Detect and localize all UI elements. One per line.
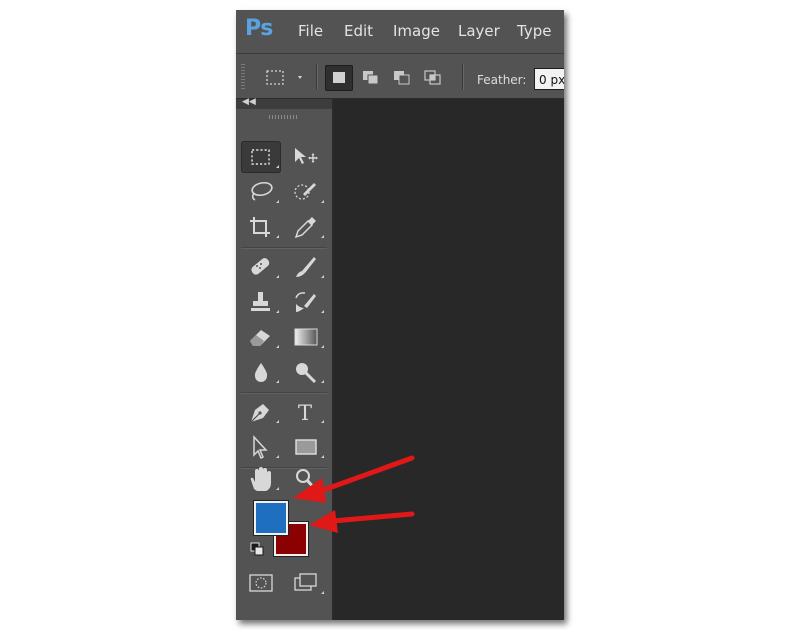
clone-stamp-icon	[251, 292, 279, 313]
eyedropper-icon	[294, 217, 324, 239]
crop-tool[interactable]	[241, 211, 281, 243]
zoom-tool[interactable]	[286, 463, 326, 495]
document-canvas-area[interactable]	[333, 99, 564, 620]
intersect-selection-button[interactable]	[420, 65, 446, 91]
type-tool[interactable]: T	[286, 396, 326, 428]
blur-drop-icon	[254, 363, 279, 383]
quick-selection-tool[interactable]	[286, 176, 326, 208]
foreground-color-swatch[interactable]	[254, 501, 288, 535]
add-to-selection-button[interactable]	[358, 65, 384, 91]
tool-preset-picker[interactable]	[264, 68, 304, 88]
rectangular-marquee-tool[interactable]	[241, 141, 281, 173]
lasso-icon	[251, 181, 279, 203]
subtract-selection-icon	[394, 71, 410, 85]
lasso-tool[interactable]	[241, 176, 281, 208]
ps-logo: Ps	[245, 16, 273, 41]
clone-stamp-tool[interactable]	[241, 286, 281, 318]
rectangle-tool[interactable]	[286, 431, 326, 463]
photoshop-window: Ps File Edit Image Layer Type Feather: 0…	[236, 10, 564, 620]
options-separator	[462, 64, 463, 90]
quick-mask-icon	[249, 574, 273, 592]
eyedropper-tool[interactable]	[286, 211, 326, 243]
quick-selection-icon	[294, 183, 324, 203]
history-brush-icon	[295, 292, 324, 313]
svg-text:T: T	[298, 401, 312, 425]
menu-edit[interactable]: Edit	[344, 22, 373, 40]
tools-panel-grip[interactable]	[269, 115, 297, 119]
feather-input[interactable]: 0 px	[534, 68, 564, 90]
feather-label: Feather:	[477, 73, 527, 87]
marquee-preset-icon	[266, 70, 302, 85]
zoom-icon	[296, 469, 316, 489]
new-selection-button[interactable]	[325, 65, 353, 91]
new-selection-icon	[333, 72, 345, 83]
eraser-icon	[250, 330, 279, 348]
path-selection-tool[interactable]	[241, 431, 281, 463]
quick-mask-button[interactable]	[241, 567, 281, 599]
options-separator	[316, 64, 317, 90]
dodge-icon	[296, 363, 324, 384]
subtract-from-selection-button[interactable]	[389, 65, 415, 91]
history-brush-tool[interactable]	[286, 286, 326, 318]
healing-brush-icon	[251, 258, 279, 278]
rectangle-shape-icon	[295, 439, 324, 458]
menu-bar: Ps File Edit Image Layer Type	[236, 10, 564, 54]
add-selection-icon	[363, 71, 379, 85]
move-icon	[295, 148, 318, 164]
pen-icon	[250, 404, 279, 423]
chevron-down-icon	[298, 76, 302, 79]
rectangular-marquee-icon	[251, 149, 279, 168]
tools-panel: ◀◀ T	[236, 97, 333, 620]
screen-mode-icon	[294, 573, 324, 594]
gradient-tool[interactable]	[286, 321, 326, 353]
crop-icon	[250, 217, 279, 238]
tools-panel-header: ◀◀	[236, 97, 332, 109]
hand-icon	[250, 467, 279, 491]
spot-healing-brush-tool[interactable]	[241, 251, 281, 283]
eraser-tool[interactable]	[241, 321, 281, 353]
brush-icon	[296, 257, 324, 278]
options-bar-grip[interactable]	[241, 64, 245, 90]
options-bar: Feather: 0 px	[236, 54, 564, 99]
tool-group-divider	[241, 392, 327, 393]
gradient-icon	[294, 328, 324, 348]
screen-mode-button[interactable]	[286, 567, 326, 599]
brush-tool[interactable]	[286, 251, 326, 283]
blur-tool[interactable]	[241, 356, 281, 388]
collapse-panel-icon[interactable]: ◀◀	[242, 97, 256, 107]
dodge-tool[interactable]	[286, 356, 326, 388]
menu-file[interactable]: File	[298, 22, 323, 40]
path-selection-icon	[253, 435, 279, 460]
default-colors-icon	[250, 542, 264, 556]
menu-type[interactable]: Type	[517, 22, 551, 40]
pen-tool[interactable]	[241, 396, 281, 428]
tool-group-divider	[241, 247, 327, 248]
menu-image[interactable]: Image	[393, 22, 440, 40]
type-icon: T	[298, 401, 324, 425]
move-tool[interactable]	[286, 141, 326, 173]
default-colors-button[interactable]	[250, 542, 266, 558]
menu-layer[interactable]: Layer	[458, 22, 500, 40]
intersect-selection-icon	[424, 70, 441, 85]
hand-tool[interactable]	[241, 463, 281, 495]
